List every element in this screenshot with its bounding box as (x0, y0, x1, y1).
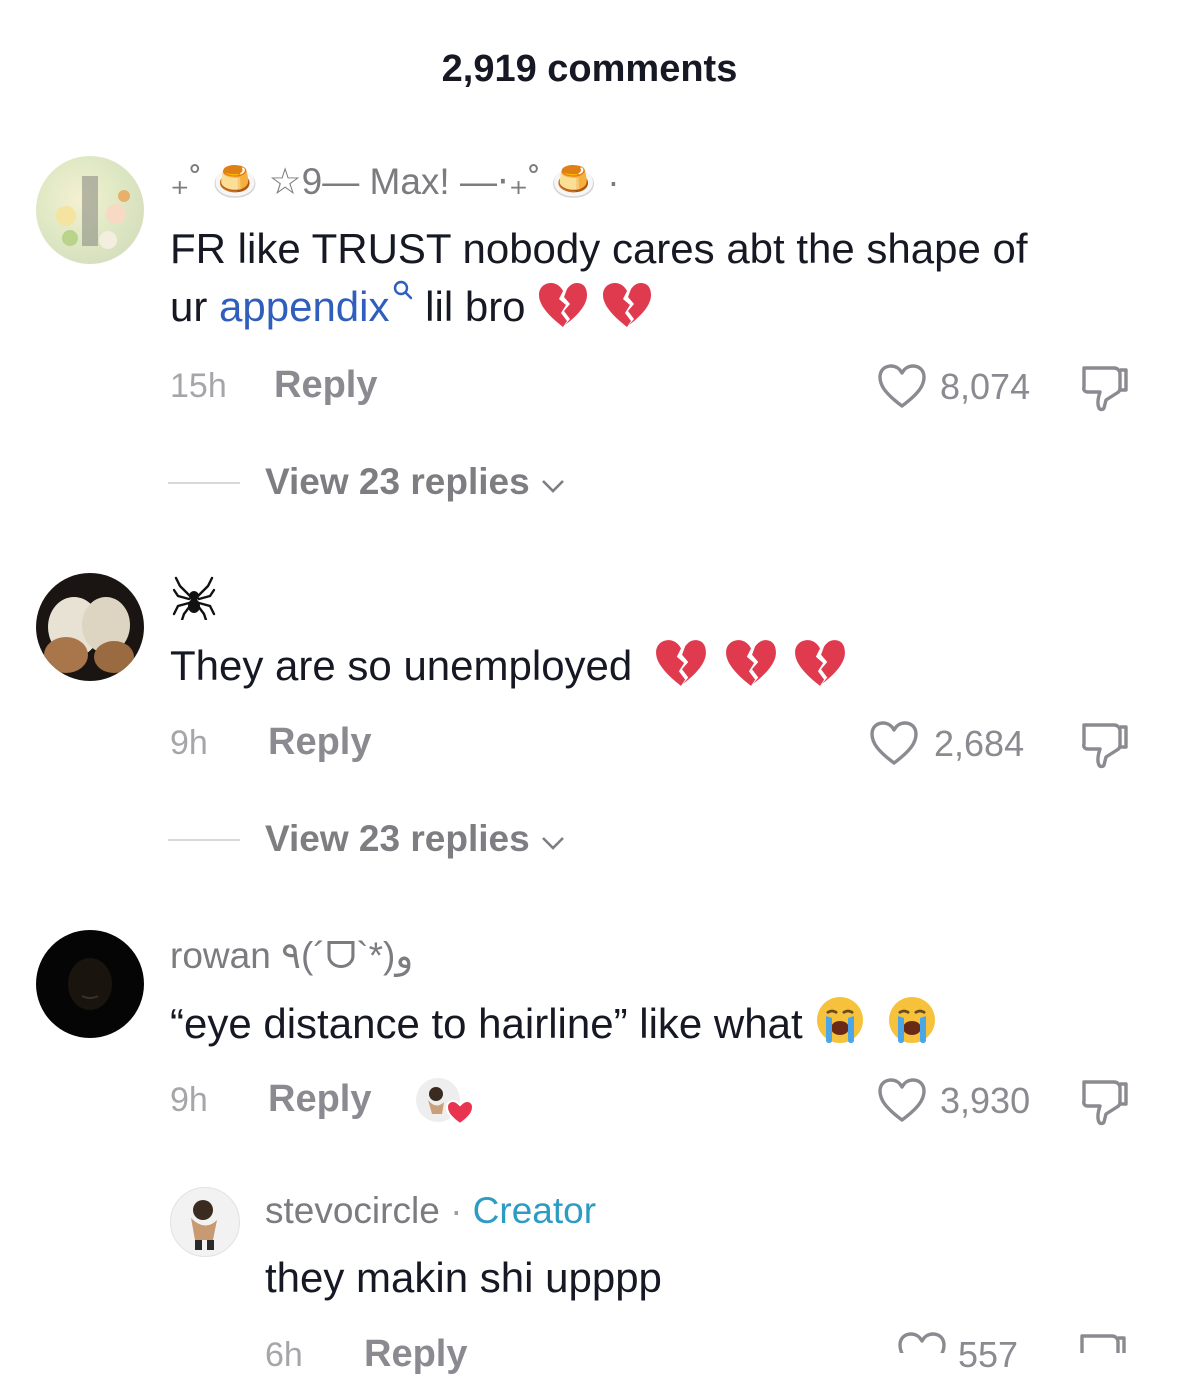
search-icon (393, 280, 412, 300)
heart-icon (870, 721, 918, 765)
like-button[interactable] (876, 1076, 928, 1124)
comment-username[interactable]: rowan ٩(´ᗜ`*)و (170, 934, 413, 978)
avatar[interactable] (36, 573, 144, 681)
spider-emoji (172, 576, 216, 622)
divider (168, 482, 240, 484)
reply-button[interactable]: Reply (274, 364, 377, 407)
avatar[interactable] (36, 930, 144, 1038)
broken-heart-emoji (539, 283, 588, 327)
comment-username[interactable]: ₊˚ 🍮 ☆9— Max! —⋅₊˚ 🍮 · (170, 160, 620, 204)
like-button[interactable] (876, 362, 928, 410)
broken-heart-emoji (602, 283, 651, 327)
broken-heart-emoji (725, 640, 776, 686)
broken-heart-emoji (656, 640, 706, 686)
like-count: 557 (958, 1334, 1019, 1375)
loudly-crying-face-emoji (817, 997, 864, 1043)
thumbs-down-icon (1082, 1080, 1128, 1126)
reply-button[interactable]: Reply (268, 721, 371, 764)
reply-timestamp: 6h (265, 1336, 303, 1374)
reply-username-row: stevocircle · Creator (265, 1190, 596, 1232)
search-link-appendix[interactable]: appendix (219, 280, 413, 330)
view-replies-button[interactable]: View 23 replies (265, 818, 566, 860)
comment-text: “eye distance to hairline” like what (170, 994, 1150, 1053)
reply-text: they makin shi upppp (265, 1254, 662, 1301)
dislike-button[interactable] (1078, 1330, 1130, 1353)
chevron-down-icon (542, 480, 564, 493)
like-count: 8,074 (940, 366, 1031, 407)
like-button[interactable] (868, 719, 920, 767)
avatar[interactable] (170, 1187, 240, 1257)
like-count: 3,930 (940, 1080, 1031, 1121)
comment-text: FR like TRUST nobody cares abt the shape… (170, 225, 1028, 330)
creator-badge: Creator (472, 1190, 597, 1231)
view-replies-button[interactable]: View 23 replies (265, 461, 566, 503)
dislike-button[interactable] (1080, 719, 1132, 769)
divider (168, 839, 240, 841)
comment-timestamp: 15h (170, 367, 227, 405)
chevron-down-icon (542, 837, 564, 850)
loudly-crying-face-emoji (889, 997, 935, 1043)
heart-icon (878, 364, 926, 408)
reply-username[interactable]: stevocircle (265, 1190, 440, 1231)
comment-timestamp: 9h (170, 1081, 208, 1119)
heart-icon (445, 1099, 475, 1126)
thumbs-down-icon (1082, 723, 1128, 769)
heart-icon (878, 1078, 926, 1122)
like-count: 2,684 (934, 723, 1025, 764)
reply-button[interactable]: Reply (268, 1078, 371, 1121)
heart-icon (898, 1332, 946, 1353)
reply-button[interactable]: Reply (364, 1333, 467, 1376)
separator-dot: · (450, 1190, 463, 1231)
comment-username[interactable] (172, 574, 216, 625)
broken-heart-emoji (795, 640, 846, 686)
thumbs-down-icon (1080, 1334, 1126, 1353)
comment-timestamp: 9h (170, 724, 208, 762)
dislike-button[interactable] (1080, 1076, 1132, 1126)
like-button[interactable] (896, 1330, 948, 1353)
avatar[interactable] (36, 156, 144, 264)
dislike-button[interactable] (1080, 362, 1132, 412)
comments-count-title: 2,919 comments (441, 48, 738, 90)
thumbs-down-icon (1082, 366, 1128, 412)
creator-liked-badge (414, 1076, 476, 1128)
comment-text: They are so unemployed (170, 637, 1150, 695)
